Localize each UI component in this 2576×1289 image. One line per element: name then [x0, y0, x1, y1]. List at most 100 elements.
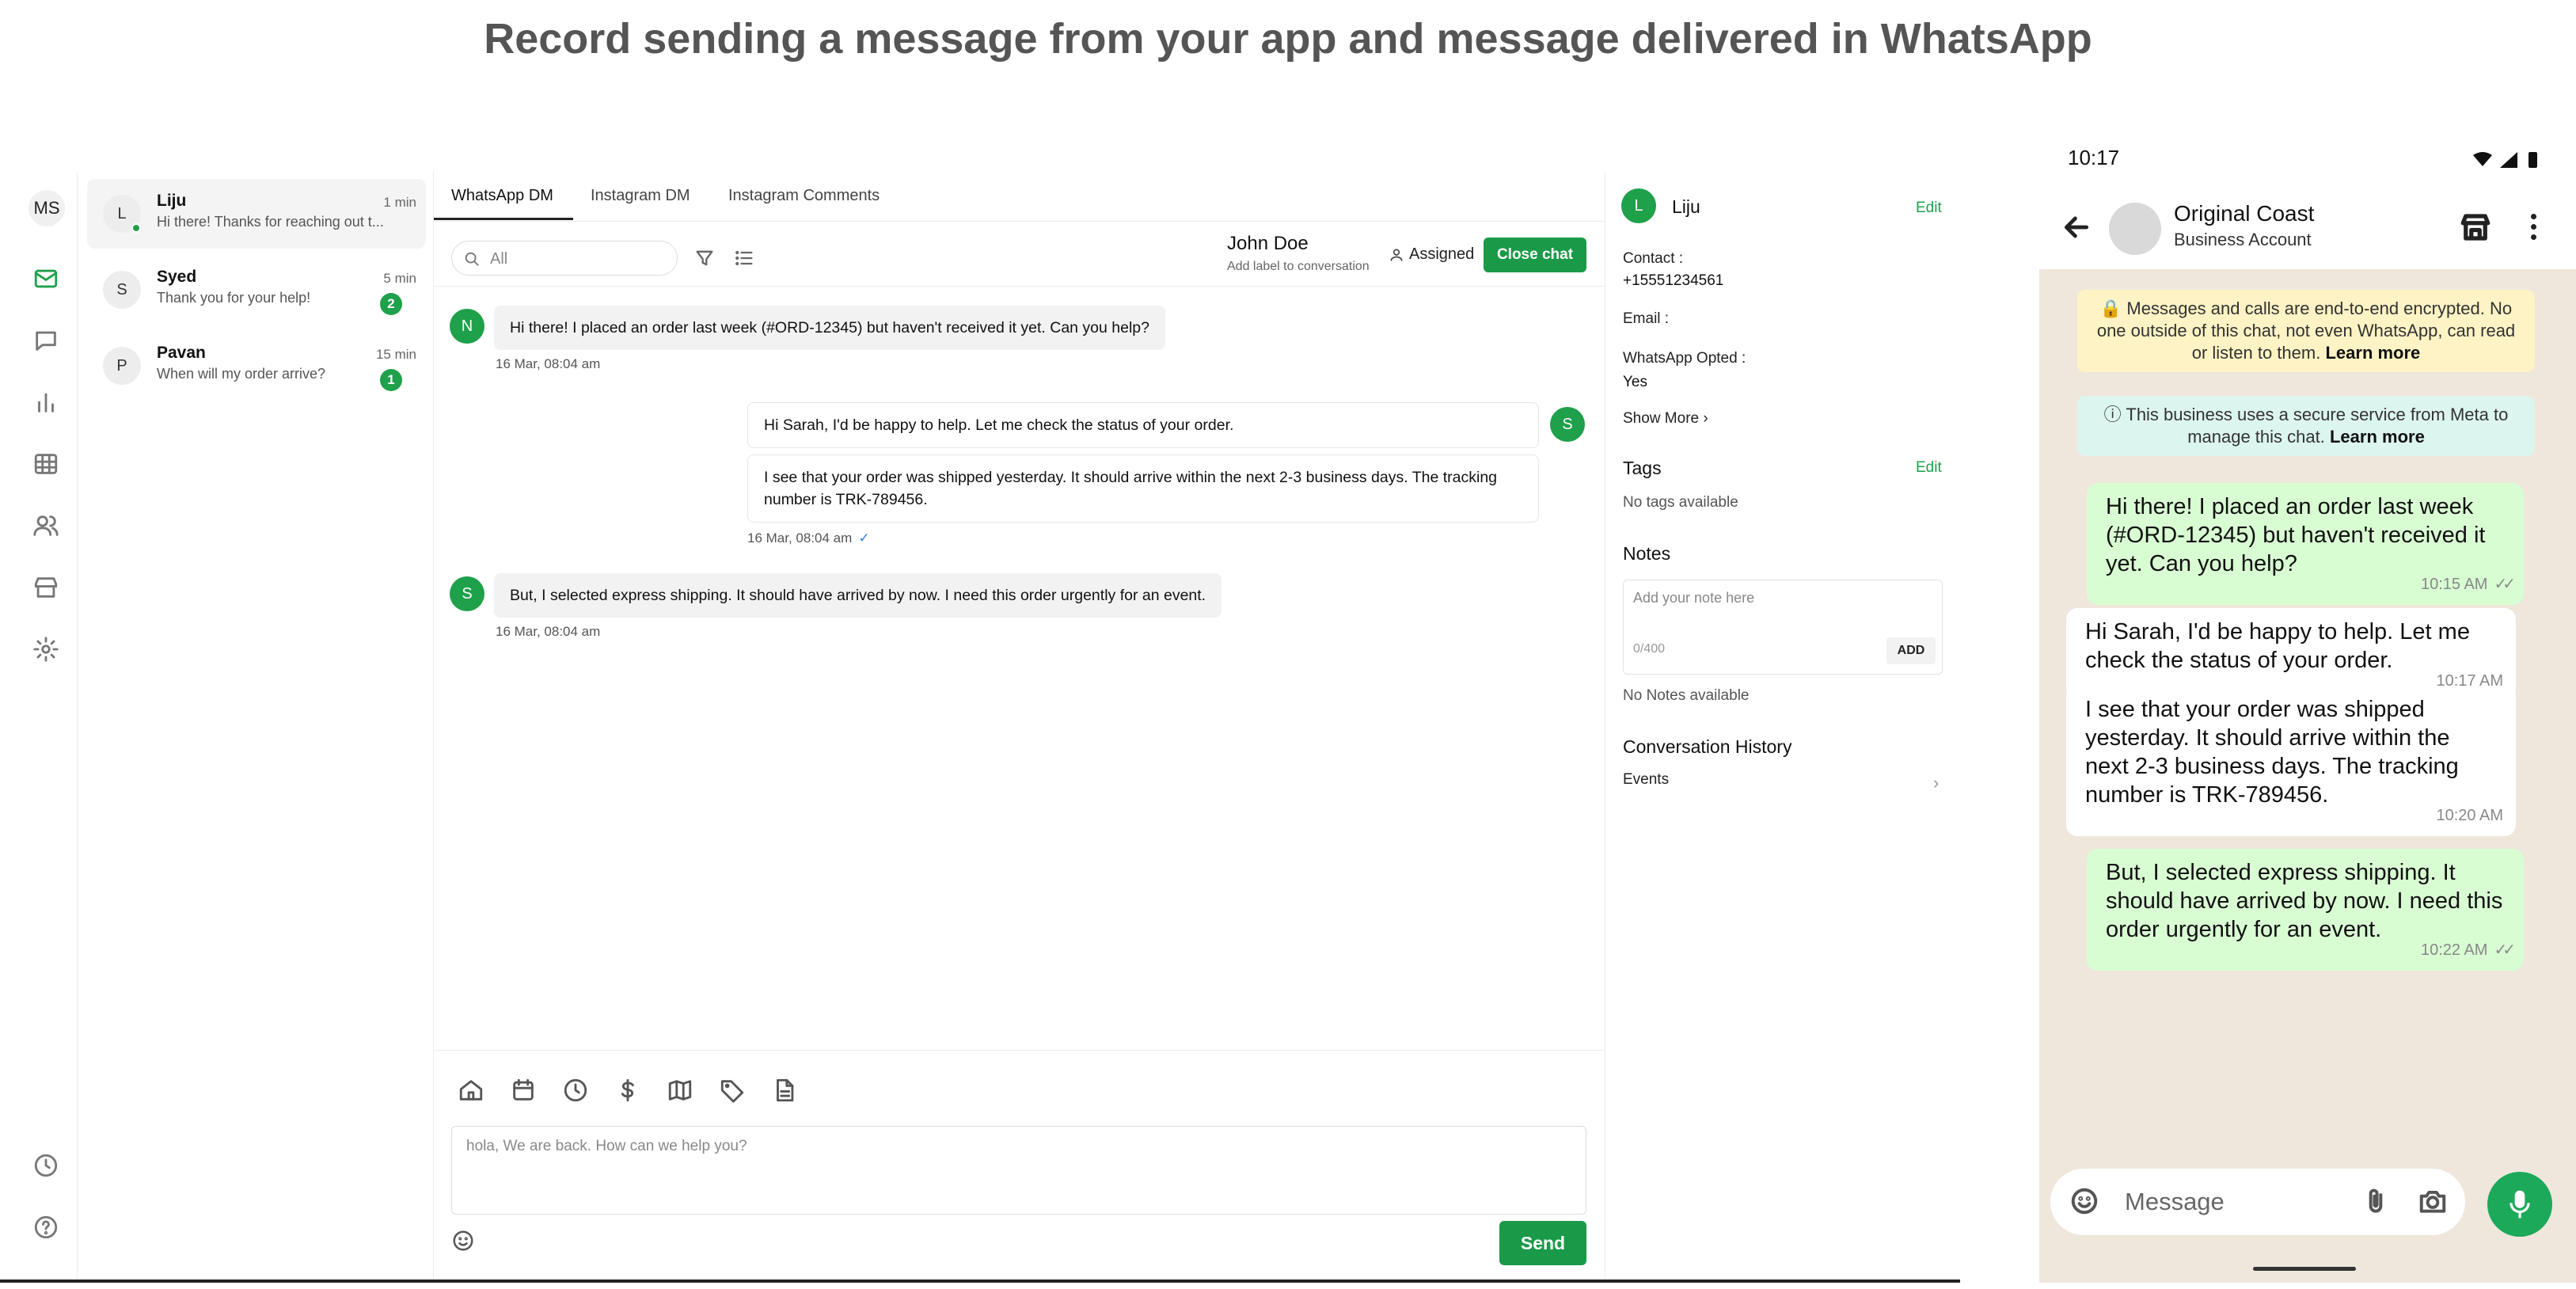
learn-more-link[interactable]: Learn more — [2330, 427, 2425, 447]
mail-icon[interactable] — [30, 263, 62, 295]
lock-icon: 🔒 — [2099, 298, 2122, 318]
notes-char-count: 0/400 — [1633, 642, 1666, 656]
document-icon[interactable] — [771, 1077, 798, 1104]
notes-heading: Notes — [1623, 543, 1671, 564]
calendar-icon[interactable] — [510, 1077, 537, 1104]
add-label-link[interactable]: Add label to conversation — [1227, 260, 1370, 274]
send-button[interactable]: Send — [1499, 1221, 1586, 1265]
conversation-history-heading: Conversation History — [1623, 736, 1792, 757]
delivered-check-icon: ✓ — [858, 530, 870, 546]
dollar-icon[interactable] — [614, 1077, 641, 1104]
search-box[interactable] — [451, 241, 678, 276]
assigned-status[interactable]: Assigned — [1389, 245, 1474, 264]
clock-icon[interactable] — [30, 1150, 62, 1181]
message-input[interactable]: Message — [2125, 1188, 2225, 1216]
home-icon[interactable] — [458, 1077, 484, 1104]
message-time-text: 16 Mar, 08:04 am — [747, 530, 853, 546]
events-link[interactable]: Events — [1623, 771, 1669, 789]
status-time: 10:17 — [2068, 146, 2120, 169]
notes-input[interactable] — [1633, 590, 1934, 622]
close-chat-button[interactable]: Close chat — [1484, 238, 1586, 272]
store-icon[interactable] — [30, 572, 62, 603]
learn-more-link[interactable]: Learn more — [2325, 343, 2420, 363]
encryption-notice[interactable]: 🔒 Messages and calls are end-to-end encr… — [2077, 290, 2535, 372]
settings-icon[interactable] — [30, 633, 62, 665]
message-time-text: 10:22 AM — [2420, 941, 2488, 959]
map-icon[interactable] — [667, 1077, 693, 1104]
conversation-list: L Liju Hi there! Thanks for reaching out… — [78, 171, 434, 1283]
conversation-item[interactable]: P Pavan When will my order arrive? 15 mi… — [87, 331, 426, 401]
home-indicator — [2253, 1267, 2356, 1271]
unread-badge: 1 — [380, 369, 402, 391]
help-icon[interactable] — [30, 1211, 62, 1243]
conversation-name: Liju — [157, 192, 187, 210]
camera-icon[interactable] — [2418, 1186, 2448, 1216]
microphone-icon — [2510, 1190, 2530, 1219]
message-input[interactable] — [451, 1126, 1586, 1215]
message-text: I see that your order was shipped yester… — [2085, 697, 2459, 808]
contact-details-panel: L Liju Edit Contact : +15551234561 Email… — [1605, 171, 1960, 1283]
user-icon — [1390, 249, 1403, 261]
email-label: Email : — [1623, 310, 1670, 327]
search-input[interactable] — [490, 248, 664, 270]
emoji-icon[interactable] — [451, 1229, 475, 1253]
avatar: P — [103, 347, 141, 385]
chat-panel: WhatsApp DM Instagram DM Instagram Comme… — [434, 171, 1605, 1283]
message-time: 10:22 AM ✓✓ — [2420, 936, 2516, 964]
table-icon[interactable] — [30, 448, 62, 480]
contact-label: Contact : — [1623, 250, 1684, 267]
filter-icon[interactable] — [693, 247, 716, 269]
conversation-item[interactable]: S Syed Thank you for your help! 5 min 2 — [87, 255, 426, 325]
chevron-right-icon: › — [1703, 410, 1708, 427]
incoming-message: Hi there! I placed an order last week (#… — [494, 306, 1165, 350]
microphone-button[interactable] — [2487, 1172, 2552, 1237]
incoming-message: But, I selected express shipping. It sho… — [494, 573, 1222, 618]
tab-instagram-comments[interactable]: Instagram Comments — [728, 187, 880, 205]
contact-name[interactable]: Original Coast — [2174, 201, 2314, 226]
user-avatar[interactable]: MS — [28, 190, 65, 226]
users-icon[interactable] — [30, 510, 62, 542]
whatsapp-phone-screen: 10:17 Original Coast Business Account 🔒 … — [2039, 135, 2576, 1283]
conversation-item[interactable]: L Liju Hi there! Thanks for reaching out… — [87, 179, 426, 249]
conversation-name: Pavan — [157, 344, 206, 362]
conversation-preview: Thank you for your help! — [157, 290, 311, 306]
incoming-message: I see that your order was shipped yester… — [2066, 686, 2516, 836]
contact-detail-name: Liju — [1672, 196, 1700, 217]
emoji-icon[interactable] — [2069, 1186, 2099, 1216]
avatar: S — [103, 271, 141, 309]
tag-icon[interactable] — [719, 1077, 746, 1104]
message-time: 16 Mar, 08:04 am — [496, 624, 601, 639]
show-more-link[interactable]: Show More › — [1623, 410, 1708, 428]
contact-avatar[interactable] — [2109, 203, 2161, 255]
unread-badge: 2 — [380, 293, 402, 315]
chevron-right-icon[interactable]: › — [1933, 773, 1939, 793]
message-time: 10:15 AM ✓✓ — [2421, 570, 2516, 599]
tab-whatsapp-dm[interactable]: WhatsApp DM — [451, 187, 553, 205]
agent-avatar: S — [1550, 407, 1585, 442]
contact-subtitle: Business Account — [2174, 230, 2312, 249]
web-app: MS L Liju Hi there! Thanks for reaching … — [0, 171, 1960, 1283]
channel-tabs: WhatsApp DM Instagram DM Instagram Comme… — [434, 171, 1605, 222]
add-note-button[interactable]: ADD — [1886, 637, 1936, 664]
list-icon[interactable] — [733, 247, 755, 269]
conversation-time: 5 min — [383, 271, 416, 286]
sender-avatar: S — [450, 576, 484, 611]
attachment-icon[interactable] — [2361, 1186, 2391, 1216]
back-arrow-icon[interactable] — [2061, 212, 2092, 242]
assigned-label: Assigned — [1409, 245, 1475, 263]
message-composer[interactable]: Message — [2050, 1169, 2465, 1235]
chat-icon[interactable] — [30, 325, 62, 356]
composer-divider — [434, 1050, 1605, 1051]
bar-chart-icon[interactable] — [30, 386, 62, 418]
edit-tags-button[interactable]: Edit — [1916, 459, 1942, 477]
conversation-time: 15 min — [375, 347, 416, 362]
store-icon[interactable] — [2459, 211, 2492, 244]
show-more-label: Show More — [1623, 410, 1700, 427]
meta-notice[interactable]: ⓘ This business uses a secure service fr… — [2077, 396, 2535, 456]
message-text: But, I selected express shipping. It sho… — [2106, 860, 2503, 942]
more-options-icon[interactable] — [2529, 214, 2538, 245]
tab-instagram-dm[interactable]: Instagram DM — [591, 187, 690, 205]
clock-icon[interactable] — [562, 1077, 589, 1104]
notes-empty: No Notes available — [1623, 687, 1750, 704]
edit-contact-button[interactable]: Edit — [1916, 200, 1942, 217]
